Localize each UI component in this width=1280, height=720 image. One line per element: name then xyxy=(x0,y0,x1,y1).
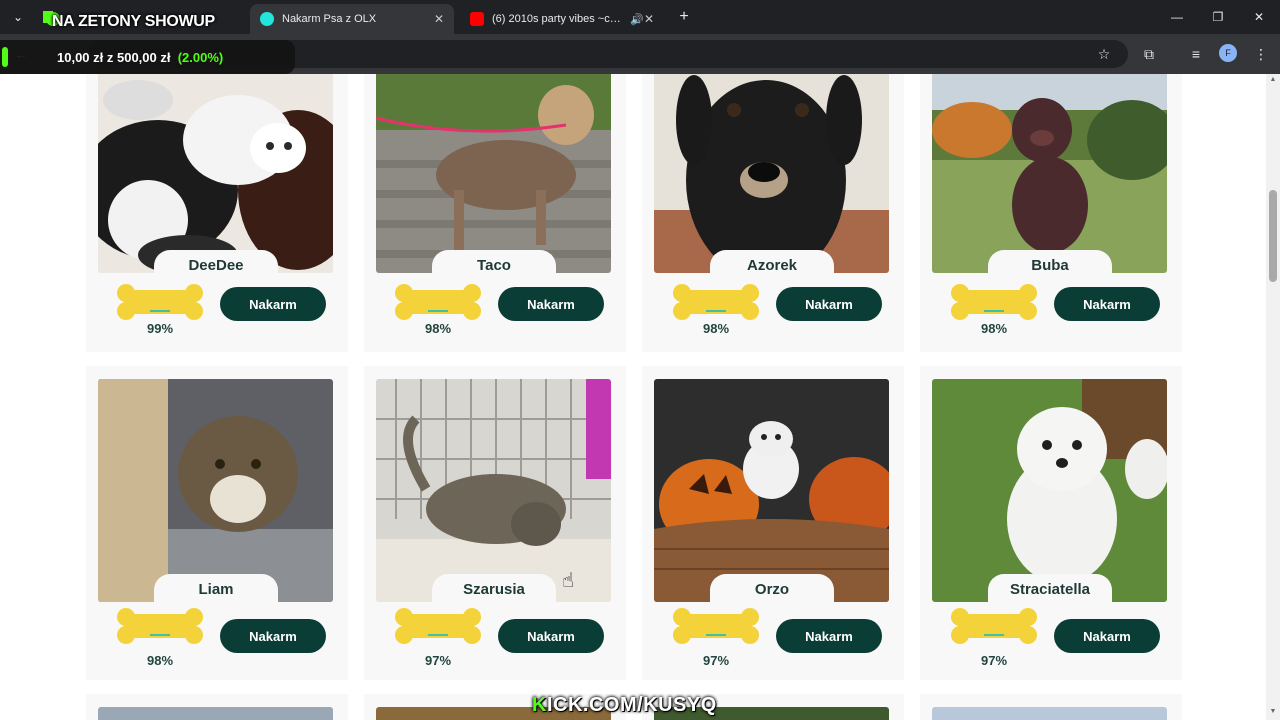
page-scrollbar[interactable] xyxy=(1266,74,1280,720)
tab-search-icon[interactable]: ⌄ xyxy=(8,6,28,28)
tab-title: Nakarm Psa z OLX xyxy=(282,13,377,25)
animal-photo xyxy=(98,707,333,720)
animal-photo xyxy=(654,379,889,602)
new-tab-icon[interactable]: + xyxy=(674,6,694,28)
animal-card: Azorek 98% Nakarm xyxy=(642,74,904,352)
animal-card xyxy=(86,694,348,720)
feed-button[interactable]: Nakarm xyxy=(1054,287,1160,321)
tab-youtube[interactable]: (6) 2010s party vibes ~club 🔊 ✕ xyxy=(460,4,664,34)
media-icon[interactable]: ≡ xyxy=(1185,43,1207,65)
bone-food-meter xyxy=(951,284,1037,320)
close-tab-icon[interactable]: ✕ xyxy=(434,12,444,26)
animal-name: Orzo xyxy=(710,574,834,604)
food-percent: 99% xyxy=(146,321,174,336)
scroll-down-arrow-icon[interactable]: ▼ xyxy=(1269,708,1277,716)
bone-food-meter xyxy=(673,284,759,320)
animal-name: Buba xyxy=(988,250,1112,280)
close-tab-icon[interactable]: ✕ xyxy=(644,12,654,26)
bone-food-meter xyxy=(951,608,1037,644)
feed-button[interactable]: Nakarm xyxy=(220,619,326,653)
extensions-icon[interactable]: ⧉ xyxy=(1138,43,1160,65)
bone-food-meter xyxy=(117,608,203,644)
bookmark-star-icon[interactable]: ☆ xyxy=(1093,43,1115,65)
food-percent: 98% xyxy=(980,321,1008,336)
feed-button[interactable]: Nakarm xyxy=(498,287,604,321)
youtube-favicon-icon xyxy=(470,12,484,26)
animal-card: Straciatella 97% Nakarm xyxy=(920,366,1182,680)
hand-cursor-icon: ☝ xyxy=(562,570,575,592)
scroll-up-arrow-icon[interactable]: ▲ xyxy=(1269,76,1277,84)
animal-photo xyxy=(98,379,333,602)
close-window-icon[interactable]: ✕ xyxy=(1244,6,1274,28)
bone-food-meter xyxy=(117,284,203,320)
overlay-accent-bar xyxy=(2,47,8,67)
speaker-icon[interactable]: 🔊 xyxy=(630,13,644,26)
animal-photo xyxy=(932,379,1167,602)
animal-name: Straciatella xyxy=(988,574,1112,604)
tab-nakarm[interactable]: Nakarm Psa z OLX ✕ xyxy=(250,4,454,34)
animal-card: Szarusia 97% Nakarm xyxy=(364,366,626,680)
food-percent: 97% xyxy=(424,653,452,668)
bone-food-meter xyxy=(395,608,481,644)
menu-icon[interactable]: ⋮ xyxy=(1250,43,1272,65)
bone-food-meter xyxy=(673,608,759,644)
olx-favicon-icon xyxy=(260,12,274,26)
animal-name: Azorek xyxy=(710,250,834,280)
feed-button[interactable]: Nakarm xyxy=(220,287,326,321)
food-percent: 98% xyxy=(146,653,174,668)
feed-button[interactable]: Nakarm xyxy=(776,287,882,321)
overlay-title: NA ZETONY SHOWUP xyxy=(52,13,215,30)
animal-name: Szarusia xyxy=(432,574,556,604)
animal-photo xyxy=(654,74,889,273)
food-percent: 97% xyxy=(980,653,1008,668)
animal-photo xyxy=(98,74,333,273)
profile-avatar[interactable]: F xyxy=(1219,44,1237,62)
animal-card: Orzo 97% Nakarm xyxy=(642,366,904,680)
animal-photo xyxy=(376,379,611,602)
animal-card xyxy=(920,694,1182,720)
animal-photo xyxy=(376,74,611,273)
animal-photo xyxy=(932,707,1167,720)
animal-name: Taco xyxy=(432,250,556,280)
maximize-icon[interactable]: ❐ xyxy=(1203,6,1233,28)
animal-card: Liam 98% Nakarm xyxy=(86,366,348,680)
minimize-icon[interactable]: — xyxy=(1162,6,1192,28)
feed-button[interactable]: Nakarm xyxy=(776,619,882,653)
tab-title: (6) 2010s party vibes ~club xyxy=(492,13,623,25)
animal-card: Buba 98% Nakarm xyxy=(920,74,1182,352)
scrollbar-thumb[interactable] xyxy=(1269,190,1277,282)
feed-button[interactable]: Nakarm xyxy=(1054,619,1160,653)
overlay-amount: 10,00 zł z 500,00 zł (2.00%) xyxy=(57,50,224,65)
food-percent: 98% xyxy=(424,321,452,336)
animal-name: Liam xyxy=(154,574,278,604)
food-percent: 97% xyxy=(702,653,730,668)
food-percent: 98% xyxy=(702,321,730,336)
animal-card: Taco 98% Nakarm xyxy=(364,74,626,352)
stream-watermark: KICK.COM/KUSYQ xyxy=(532,694,717,716)
animal-photo xyxy=(932,74,1167,273)
animal-name: DeeDee xyxy=(154,250,278,280)
animal-card: DeeDee 99% Nakarm xyxy=(86,74,348,352)
page-content: DeeDee 99% Nakarm Taco 98% Nakarm Azorek… xyxy=(0,74,1280,720)
bone-food-meter xyxy=(395,284,481,320)
feed-button[interactable]: Nakarm xyxy=(498,619,604,653)
